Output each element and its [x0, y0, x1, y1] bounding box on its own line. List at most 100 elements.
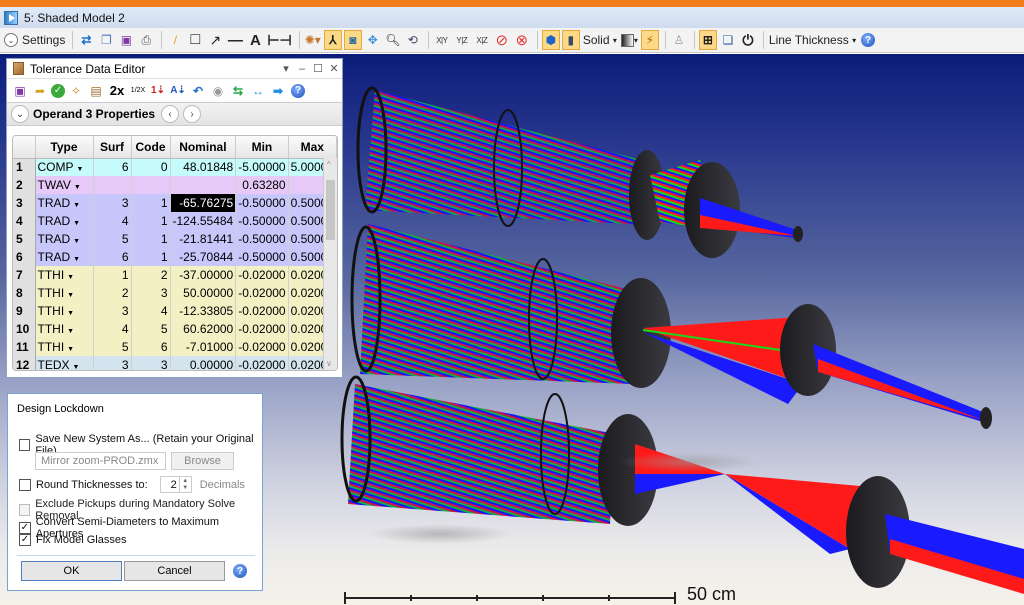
next-operand-button[interactable]: › [183, 105, 202, 123]
previous-operand-button[interactable]: ‹ [161, 105, 180, 123]
light-icon[interactable]: ⚡︎ [640, 30, 659, 50]
type-cell[interactable]: TRAD ▼ [35, 194, 94, 212]
no-rotate-y-icon[interactable]: ⊗ [513, 30, 531, 50]
rectangle-icon[interactable]: □ [186, 30, 204, 50]
type-dropdown-icon[interactable]: ▼ [67, 274, 74, 281]
type-cell[interactable]: TEDX ▼ [35, 356, 94, 370]
fix-model-glasses-checkbox[interactable]: ✓ [19, 534, 31, 546]
refresh-icon[interactable]: ⇄ [77, 30, 95, 50]
min-cell[interactable]: -0.50000 [235, 212, 289, 230]
table-row[interactable]: 12 TEDX ▼ 3 3 0.00000 -0.02000 0.02000 [13, 356, 337, 370]
view-yz-button[interactable]: Y|Z [453, 30, 471, 50]
table-row[interactable]: 5 TRAD ▼ 5 1 -21.81441 -0.50000 0.50000 [13, 230, 337, 248]
scrollbar-thumb[interactable] [326, 180, 335, 240]
spinner-arrows[interactable]: ▲ ▼ [178, 477, 191, 492]
type-cell[interactable]: TRAD ▼ [35, 248, 94, 266]
type-dropdown-icon[interactable]: ▼ [73, 364, 80, 370]
surf-cell[interactable]: 1 [93, 266, 132, 284]
frame-icon[interactable]: ⊞ [698, 30, 717, 50]
type-dropdown-icon[interactable]: ▼ [73, 238, 80, 245]
table-row[interactable]: 1 COMP ▼ 6 0 48.01848 -5.00000 5.00000 [13, 158, 337, 176]
help-icon[interactable]: ? [289, 82, 307, 100]
min-cell[interactable]: -0.02000 [235, 302, 289, 320]
zoom-half-button[interactable]: 1/2X [129, 82, 147, 100]
code-cell[interactable]: 1 [131, 230, 171, 248]
lens-icon[interactable]: ✺▾ [304, 30, 322, 50]
dimension-icon[interactable]: ⊢⊣ [266, 30, 292, 50]
ok-button[interactable]: OK [21, 561, 122, 581]
min-cell[interactable]: -0.02000 [235, 320, 289, 338]
type-cell[interactable]: TWAV ▼ [35, 176, 94, 194]
text-icon[interactable]: A [246, 30, 264, 50]
table-row[interactable]: 2 TWAV ▼ 0.63280 [13, 176, 337, 194]
type-dropdown-icon[interactable]: ▼ [67, 292, 74, 299]
type-cell[interactable]: TTHI ▼ [35, 320, 94, 338]
fit-icon[interactable]: ◙ [343, 30, 362, 50]
code-cell[interactable]: 1 [131, 248, 171, 266]
decimals-spinner[interactable]: 2 ▲ ▼ [159, 476, 192, 493]
pencil-icon[interactable]: / [166, 30, 184, 50]
type-dropdown-icon[interactable]: ▼ [67, 328, 74, 335]
line-icon[interactable]: — [226, 30, 244, 50]
surf-cell[interactable]: 3 [93, 194, 132, 212]
type-cell[interactable]: COMP ▼ [35, 158, 94, 176]
sort-numeric-icon[interactable]: 1⇣ [149, 82, 167, 100]
table-row[interactable]: 4 TRAD ▼ 4 1 -124.55484 -0.50000 0.50000 [13, 212, 337, 230]
type-cell[interactable]: TTHI ▼ [35, 284, 94, 302]
toggle-icon[interactable]: ◉ [209, 82, 227, 100]
arrow-right-icon[interactable]: ➡ [269, 82, 287, 100]
check-icon[interactable]: ✓ [51, 83, 65, 98]
code-cell[interactable]: 5 [131, 320, 171, 338]
scroll-up-icon[interactable]: ^ [327, 160, 331, 169]
nominal-cell[interactable]: -7.01000 [170, 338, 237, 356]
type-dropdown-icon[interactable]: ▼ [73, 256, 80, 263]
code-cell[interactable]: 1 [131, 194, 171, 212]
minimize-icon[interactable]: – [294, 63, 310, 75]
min-cell[interactable]: -0.02000 [235, 356, 289, 370]
table-row[interactable]: 8 TTHI ▼ 2 3 50.00000 -0.02000 0.02000 [13, 284, 337, 302]
print-icon[interactable]: ⎙ [137, 30, 155, 50]
type-cell[interactable]: TTHI ▼ [35, 266, 94, 284]
expand-icon[interactable]: ↔ [249, 82, 267, 100]
fix-model-glasses-option[interactable]: ✓ Fix Model Glasses [19, 534, 126, 546]
min-cell[interactable]: -0.50000 [235, 194, 289, 212]
column-header-surf[interactable]: Surf [93, 136, 132, 159]
arrow-icon[interactable]: ↗ [206, 30, 224, 50]
view-xy-button[interactable]: X|Y [433, 30, 451, 50]
line-thickness-dropdown[interactable]: Line Thickness ▾ [768, 30, 857, 50]
min-cell[interactable]: -0.02000 [235, 338, 289, 356]
min-cell[interactable]: 0.63280 [235, 176, 289, 194]
min-cell[interactable]: -0.50000 [235, 248, 289, 266]
column-header-min[interactable]: Min [235, 136, 289, 159]
min-cell[interactable]: -0.02000 [235, 284, 289, 302]
type-dropdown-icon[interactable]: ▼ [73, 202, 80, 209]
code-cell[interactable]: 2 [131, 266, 171, 284]
nominal-cell[interactable]: -124.55484 [170, 212, 237, 230]
vertical-scrollbar[interactable]: ^ v [323, 158, 337, 370]
help-icon[interactable]: ? [859, 30, 877, 50]
surf-cell[interactable]: 6 [93, 248, 132, 266]
maximize-icon[interactable]: ☐ [310, 62, 326, 75]
column-header-nominal[interactable]: Nominal [170, 136, 237, 159]
browse-button[interactable]: Browse [171, 452, 234, 470]
type-cell[interactable]: TTHI ▼ [35, 302, 94, 320]
table-row[interactable]: 11 TTHI ▼ 5 6 -7.01000 -0.02000 0.02000 [13, 338, 337, 356]
decimals-value[interactable]: 2 [161, 479, 179, 491]
nominal-cell[interactable]: -25.70844 [170, 248, 237, 266]
tde-titlebar[interactable]: Tolerance Data Editor ▾ – ☐ ✕ [7, 59, 342, 79]
nominal-cell[interactable]: 60.62000 [170, 320, 237, 338]
sort-alpha-icon[interactable]: A⇣ [169, 82, 187, 100]
min-cell[interactable]: -0.02000 [235, 266, 289, 284]
cancel-button[interactable]: Cancel [124, 561, 225, 581]
undo-icon[interactable]: ↶ [189, 82, 207, 100]
nominal-cell[interactable]: -65.76275 [170, 194, 237, 212]
help-icon[interactable]: ? [233, 564, 247, 578]
expand-properties-button[interactable]: ⌄ [11, 105, 29, 123]
window-menu-icon[interactable]: ▾ [278, 62, 294, 75]
box-icon[interactable]: ▮ [561, 30, 580, 50]
nominal-cell[interactable]: -12.33805 [170, 302, 237, 320]
type-dropdown-icon[interactable]: ▼ [77, 166, 84, 173]
save-icon[interactable]: ▣ [11, 82, 29, 100]
code-cell[interactable]: 0 [131, 158, 171, 176]
nominal-cell[interactable]: -37.00000 [170, 266, 237, 284]
